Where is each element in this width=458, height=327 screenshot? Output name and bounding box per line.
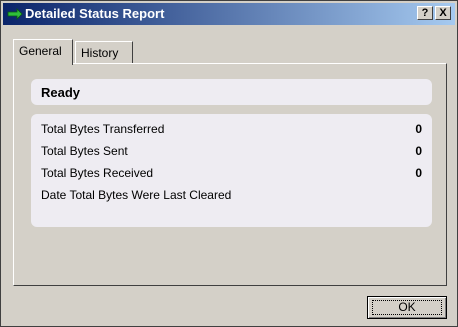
stat-row-last-cleared: Date Total Bytes Were Last Cleared — [31, 186, 432, 206]
stat-value: 0 — [415, 144, 422, 158]
green-arrow-icon — [7, 8, 23, 20]
focus-rect — [372, 300, 442, 315]
ok-button[interactable]: OK — [367, 296, 447, 319]
stat-label: Date Total Bytes Were Last Cleared — [41, 188, 232, 202]
tab-general[interactable]: General — [13, 39, 73, 65]
status-box: Ready — [31, 79, 432, 105]
title-bar[interactable]: Detailed Status Report ? X — [3, 3, 455, 25]
stat-label: Total Bytes Transferred — [41, 122, 165, 136]
close-button[interactable]: X — [435, 6, 451, 20]
status-text: Ready — [41, 85, 81, 100]
stat-label: Total Bytes Sent — [41, 144, 128, 158]
stat-value: 0 — [415, 166, 422, 180]
help-button[interactable]: ? — [417, 6, 433, 20]
general-tab-panel: Ready Total Bytes Transferred 0 Total By… — [13, 63, 447, 286]
stat-row-total-transferred: Total Bytes Transferred 0 — [31, 120, 432, 140]
stats-box: Total Bytes Transferred 0 Total Bytes Se… — [31, 114, 432, 227]
stat-row-total-sent: Total Bytes Sent 0 — [31, 142, 432, 162]
stat-row-total-received: Total Bytes Received 0 — [31, 164, 432, 184]
stat-label: Total Bytes Received — [41, 166, 154, 180]
stat-value: 0 — [415, 122, 422, 136]
tab-history[interactable]: History — [75, 41, 133, 63]
window-title: Detailed Status Report — [25, 6, 165, 21]
dialog-window: Detailed Status Report ? X General Histo… — [0, 0, 458, 327]
